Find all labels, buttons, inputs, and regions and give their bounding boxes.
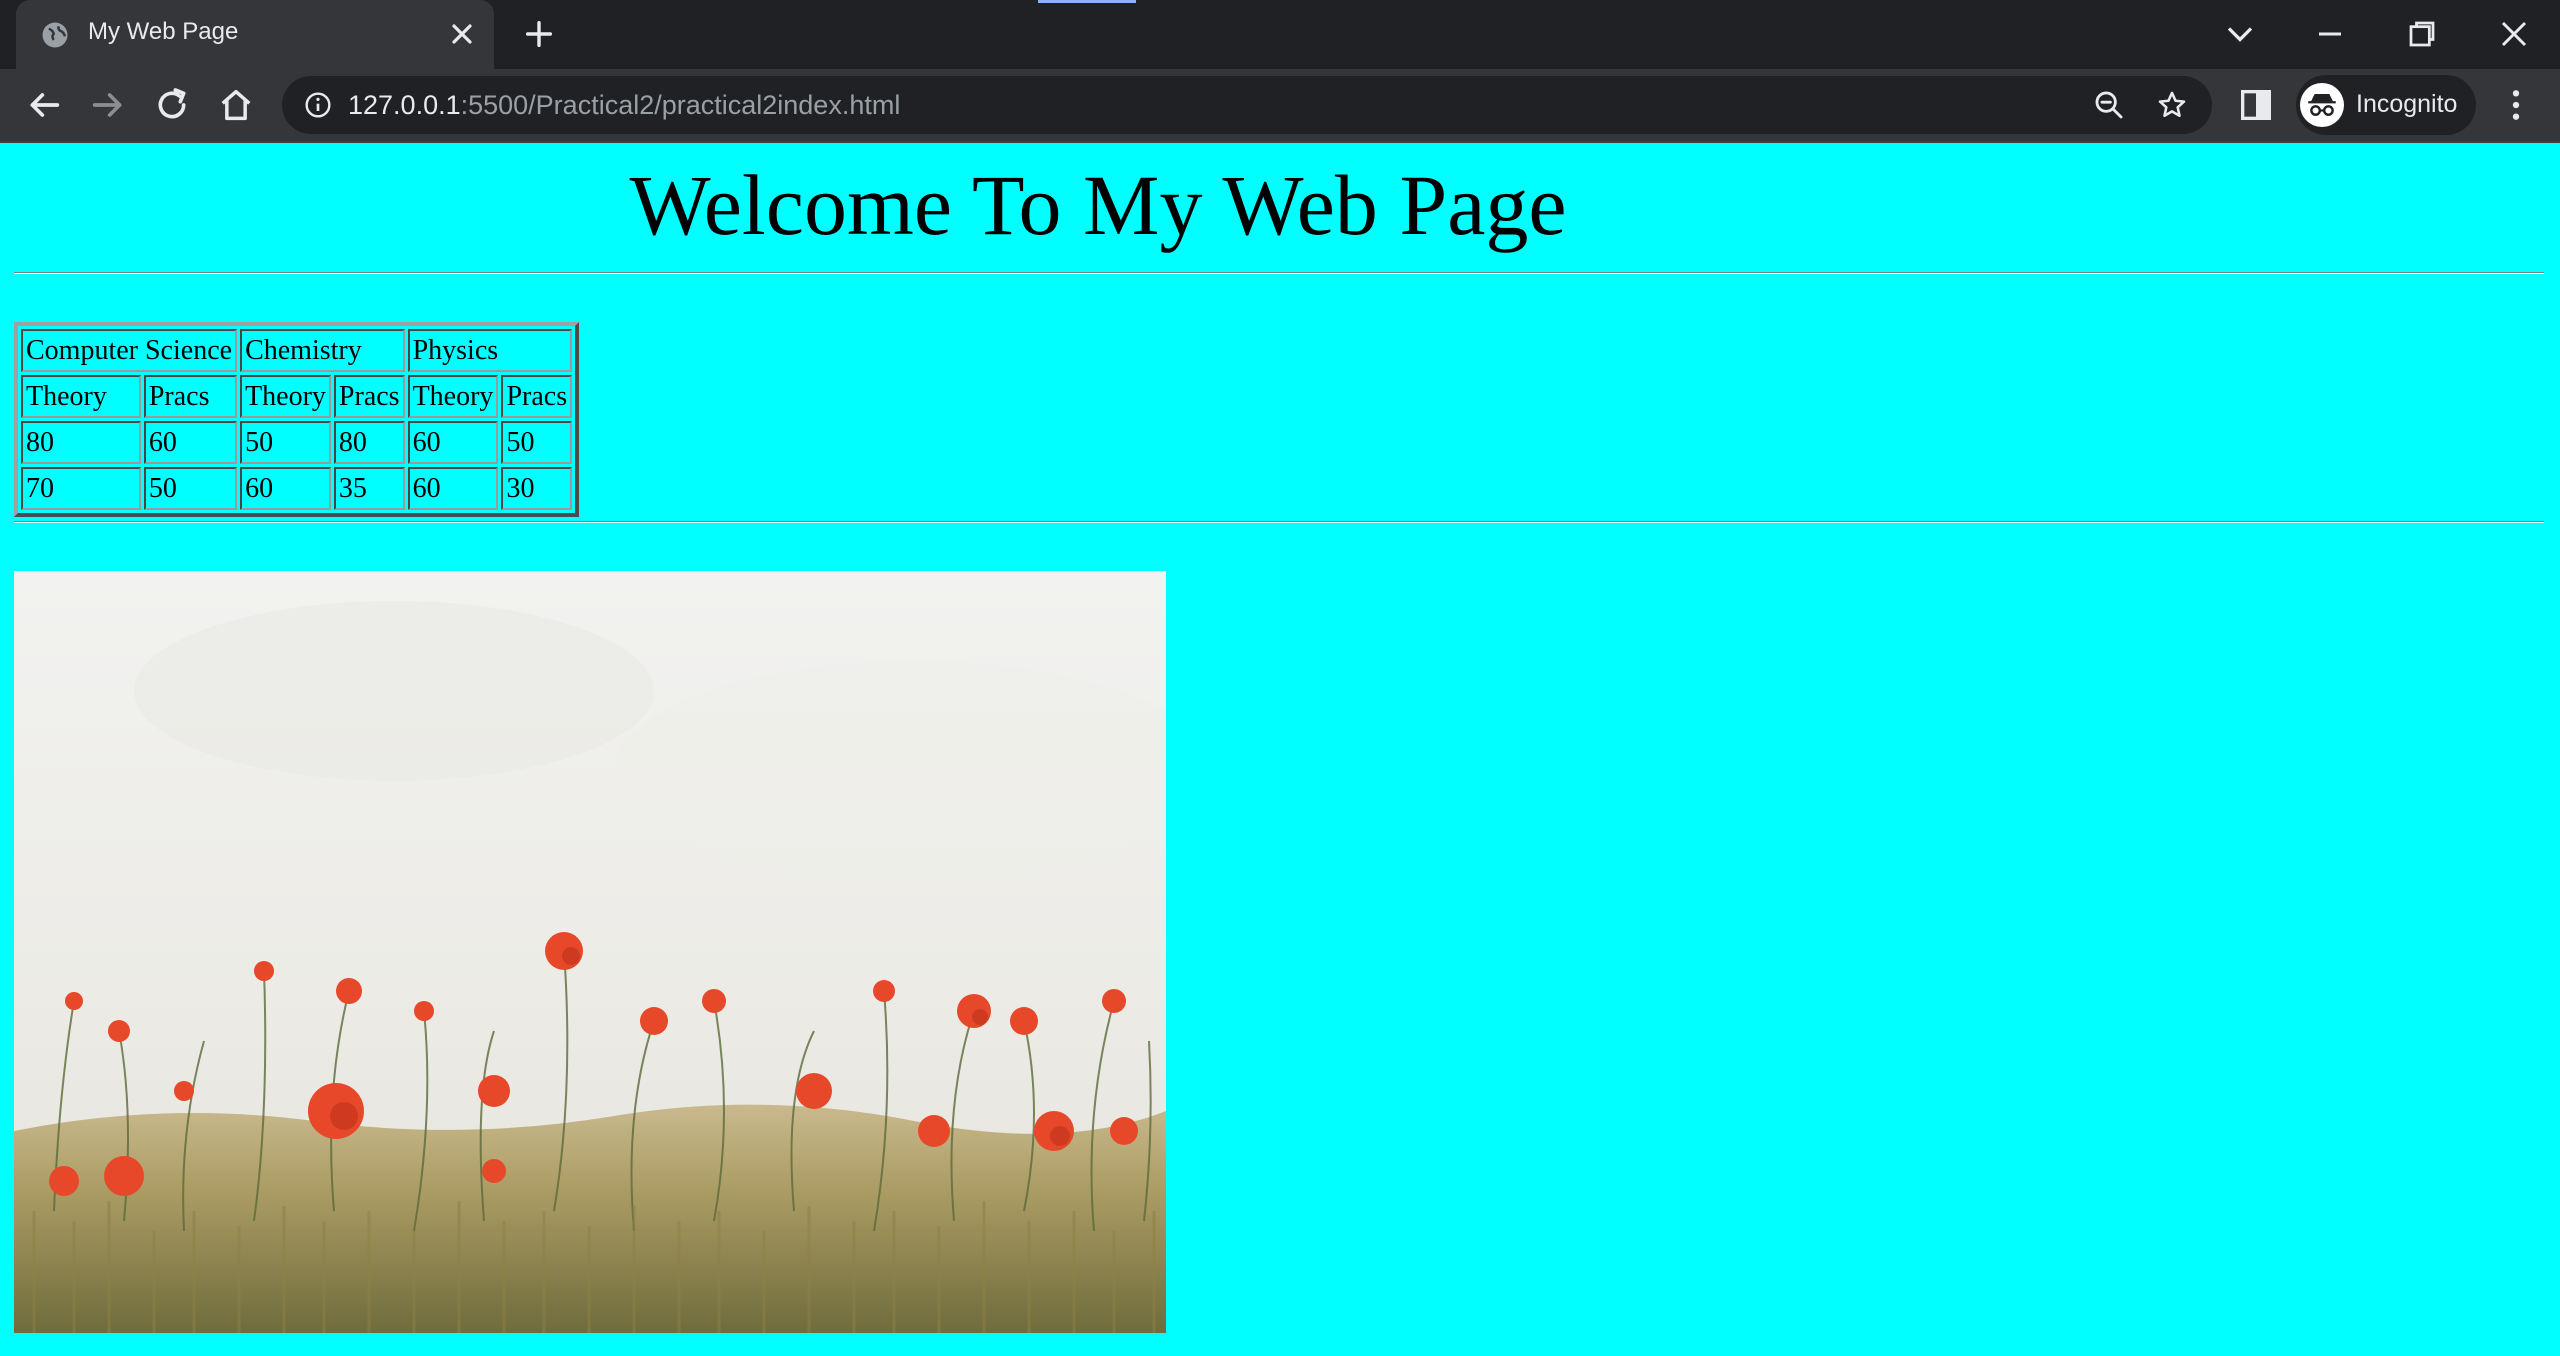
chrome-separator: [0, 141, 2560, 143]
url-text[interactable]: 127.0.0.1:5500/Practical2/practical2inde…: [348, 90, 900, 121]
side-panel-icon[interactable]: [2236, 85, 2276, 125]
active-tab[interactable]: My Web Page: [16, 0, 494, 69]
profile-label: Incognito: [2356, 90, 2458, 118]
info-icon[interactable]: [302, 89, 334, 121]
incognito-icon: [2308, 94, 2336, 116]
restore-icon[interactable]: [2400, 12, 2444, 56]
table-cell: Pracs: [333, 375, 405, 418]
table-cell: Chemistry: [240, 329, 405, 372]
star-icon[interactable]: [2155, 88, 2189, 122]
close-icon[interactable]: [446, 18, 478, 50]
url-path: :5500/Practical2/practical2index.html: [460, 90, 901, 120]
table-cell: 35: [333, 467, 405, 510]
table-cell: 70: [21, 467, 141, 510]
table-row: 70 50 60 35 60 30: [21, 467, 573, 510]
table-cell: 50: [143, 467, 238, 510]
tab-strip: My Web Page: [0, 0, 2560, 69]
horizontal-rule: [14, 272, 2544, 274]
toolbar: 127.0.0.1:5500/Practical2/practical2inde…: [0, 69, 2560, 141]
table-cell: 60: [240, 467, 331, 510]
table-cell: Computer Science: [21, 329, 238, 372]
reload-icon[interactable]: [152, 85, 192, 125]
poppy-field-photo: [14, 571, 1166, 1333]
table-cell: 80: [21, 421, 141, 464]
table-cell: Theory: [21, 375, 141, 418]
minimize-icon[interactable]: [2308, 12, 2352, 56]
horizontal-rule: [14, 521, 2544, 523]
table-cell: Theory: [240, 375, 331, 418]
table-cell: Pracs: [143, 375, 238, 418]
plus-icon[interactable]: [522, 17, 556, 51]
globe-icon: [42, 22, 68, 48]
incognito-profile-button[interactable]: Incognito: [2296, 75, 2476, 135]
table-cell: 60: [143, 421, 238, 464]
table-cell: 30: [501, 467, 573, 510]
table-row: 80 60 50 80 60 50: [21, 421, 573, 464]
url-host: 127.0.0.1: [348, 90, 461, 120]
table-cell: Pracs: [501, 375, 573, 418]
marks-table: Computer Science Chemistry Physics Theor…: [14, 322, 580, 517]
table-cell: 80: [333, 421, 405, 464]
menu-icon[interactable]: [2496, 85, 2536, 125]
tab-title: My Web Page: [88, 18, 239, 45]
address-bar[interactable]: 127.0.0.1:5500/Practical2/practical2inde…: [282, 76, 2212, 134]
home-icon[interactable]: [216, 85, 256, 125]
table-cell: 60: [407, 421, 499, 464]
tab-indicator: [1038, 0, 1136, 3]
chevron-down-icon[interactable]: [2218, 12, 2262, 56]
table-cell: Physics: [407, 329, 573, 372]
page-heading: Welcome To My Web Page: [629, 157, 1567, 253]
window-close-icon[interactable]: [2492, 12, 2536, 56]
table-cell: 50: [240, 421, 331, 464]
avatar: [2300, 83, 2344, 127]
back-icon[interactable]: [24, 85, 64, 125]
table-cell: Theory: [407, 375, 499, 418]
zoom-out-icon[interactable]: [2092, 88, 2126, 122]
forward-icon[interactable]: [88, 85, 128, 125]
table-cell: 50: [501, 421, 573, 464]
table-row: Computer Science Chemistry Physics: [21, 329, 573, 372]
table-row: Theory Pracs Theory Pracs Theory Pracs: [21, 375, 573, 418]
table-cell: 60: [407, 467, 499, 510]
